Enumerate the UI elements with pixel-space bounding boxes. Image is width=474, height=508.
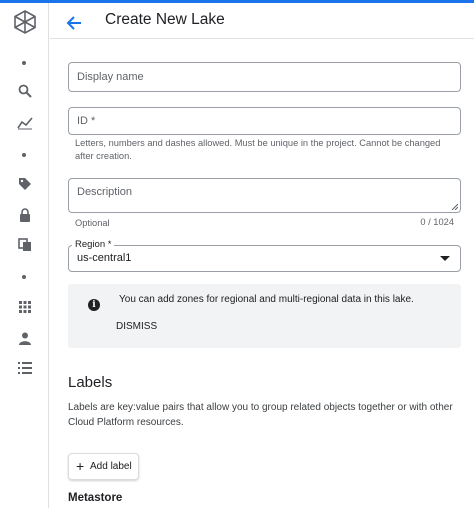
add-label-text: Add label — [90, 461, 132, 472]
copy-icon[interactable] — [15, 235, 35, 255]
info-banner: i You can add zones for regional and mul… — [68, 284, 461, 348]
dismiss-button[interactable]: DISMISS — [116, 321, 157, 332]
id-input[interactable]: ID * — [68, 107, 461, 135]
apps-icon[interactable] — [15, 297, 35, 317]
banner-message: You can add zones for regional and multi… — [119, 294, 414, 305]
labels-heading: Labels — [68, 374, 113, 391]
description-textarea[interactable]: Description — [68, 178, 461, 213]
rail-separator-dot — [22, 153, 26, 157]
lock-icon[interactable] — [15, 205, 35, 225]
description-hint: Optional — [75, 218, 110, 228]
metastore-heading: Metastore — [68, 492, 123, 504]
search-icon[interactable] — [15, 81, 35, 101]
rail-separator-dot — [22, 61, 26, 65]
region-label: Region * — [72, 239, 115, 250]
display-name-input[interactable]: Display name — [68, 62, 461, 92]
page-header: Create New Lake — [50, 3, 474, 39]
rail-separator-dot — [22, 275, 26, 279]
id-label: ID * — [77, 115, 96, 127]
left-nav-rail — [0, 3, 49, 508]
labels-description: Labels are key:value pairs that allow yo… — [68, 402, 453, 428]
display-name-placeholder: Display name — [77, 71, 144, 83]
analytics-icon[interactable] — [15, 113, 35, 133]
page-title: Create New Lake — [105, 11, 225, 28]
resize-handle-icon[interactable] — [451, 203, 458, 210]
person-icon[interactable] — [15, 328, 35, 348]
id-hint: Letters, numbers and dashes allowed. Mus… — [75, 138, 441, 161]
description-placeholder: Description — [77, 186, 133, 198]
add-label-button[interactable]: + Add label — [68, 453, 139, 480]
region-select[interactable]: us-central1 — [68, 245, 461, 272]
dropdown-arrow-icon[interactable] — [440, 256, 450, 261]
list-icon[interactable] — [15, 358, 35, 378]
plus-icon: + — [76, 458, 85, 474]
info-icon: i — [88, 299, 100, 311]
description-char-counter: 0 / 1024 — [420, 217, 454, 227]
tag-icon[interactable] — [15, 174, 35, 194]
back-arrow-icon[interactable] — [64, 13, 84, 33]
dataplex-logo-icon[interactable] — [12, 9, 38, 35]
region-value: us-central1 — [77, 252, 132, 264]
